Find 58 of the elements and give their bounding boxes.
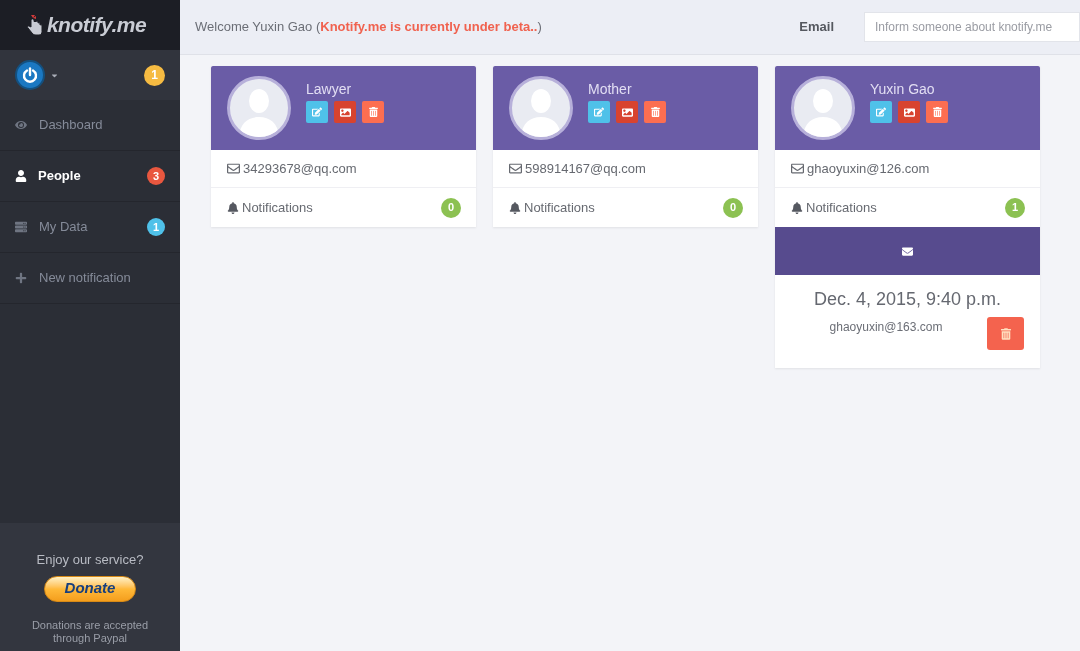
- plus-icon: [15, 272, 27, 284]
- list-icon: [15, 221, 27, 233]
- image-icon: [339, 106, 351, 118]
- count-badge: 1: [1005, 197, 1025, 218]
- person-name: Yuxin Gao: [870, 80, 936, 98]
- email-address: ghaoyuxin@126.com: [807, 159, 930, 178]
- edit-icon: [312, 107, 322, 117]
- delete-button[interactable]: [926, 101, 948, 123]
- image-icon: [621, 106, 633, 118]
- notifications-toggle[interactable]: Notifications 0: [211, 188, 476, 227]
- edit-button[interactable]: [870, 101, 892, 123]
- email-address: 598914167@qq.com: [525, 159, 646, 178]
- envelope-icon: [509, 162, 522, 175]
- image-button[interactable]: [334, 101, 356, 123]
- person-name: Lawyer: [306, 80, 353, 98]
- edit-icon: [876, 107, 886, 117]
- count-badge: 3: [147, 167, 165, 185]
- image-button[interactable]: [616, 101, 638, 123]
- count-badge: 0: [441, 197, 461, 218]
- donate-note: Donations are accepted through Paypal: [30, 618, 150, 645]
- eye-icon: [15, 119, 27, 131]
- count-badge: 0: [723, 197, 743, 218]
- image-button[interactable]: [898, 101, 920, 123]
- welcome-text: Welcome Yuxin Gao (Knotify.me is currently under beta..): [195, 18, 542, 37]
- notification-recipient: ghaoyuxin@163.com: [828, 319, 944, 336]
- donate-button[interactable]: Donate: [44, 575, 136, 602]
- user-icon: [15, 170, 27, 182]
- edit-button[interactable]: [306, 101, 328, 123]
- donate-prompt: Enjoy our service?: [36, 551, 144, 569]
- power-icon: [15, 60, 45, 90]
- trash-icon: [1000, 327, 1011, 340]
- user-menu-button[interactable]: [15, 60, 59, 90]
- bell-icon: [227, 201, 239, 214]
- trash-icon: [368, 107, 378, 117]
- notification-badge: 1: [144, 64, 165, 86]
- edit-button[interactable]: [588, 101, 610, 123]
- hand-icon: [25, 14, 43, 36]
- person-name: Mother: [588, 80, 633, 98]
- trash-icon: [932, 107, 942, 117]
- trash-icon: [650, 107, 660, 117]
- envelope-icon: [791, 162, 804, 175]
- delete-button[interactable]: [644, 101, 666, 123]
- email-label: Email: [799, 18, 834, 37]
- delete-button[interactable]: [987, 317, 1024, 350]
- bell-icon: [791, 201, 803, 214]
- bell-icon: [509, 201, 521, 214]
- edit-icon: [594, 107, 604, 117]
- notification-date: Dec. 4, 2015, 9:40 p.m.: [812, 288, 1003, 310]
- notifications-toggle[interactable]: Notifications 1: [775, 188, 1040, 227]
- envelope-icon: [227, 162, 240, 175]
- delete-button[interactable]: [362, 101, 384, 123]
- envelope-icon: [901, 245, 914, 257]
- logo-text: knotify.me: [46, 12, 147, 39]
- count-badge: 1: [147, 218, 165, 236]
- notifications-toggle[interactable]: Notifications 0: [493, 188, 758, 227]
- email-address: 34293678@qq.com: [243, 159, 357, 178]
- invite-email-field[interactable]: Inform someone about knotify.me: [864, 12, 1080, 42]
- image-icon: [903, 106, 915, 118]
